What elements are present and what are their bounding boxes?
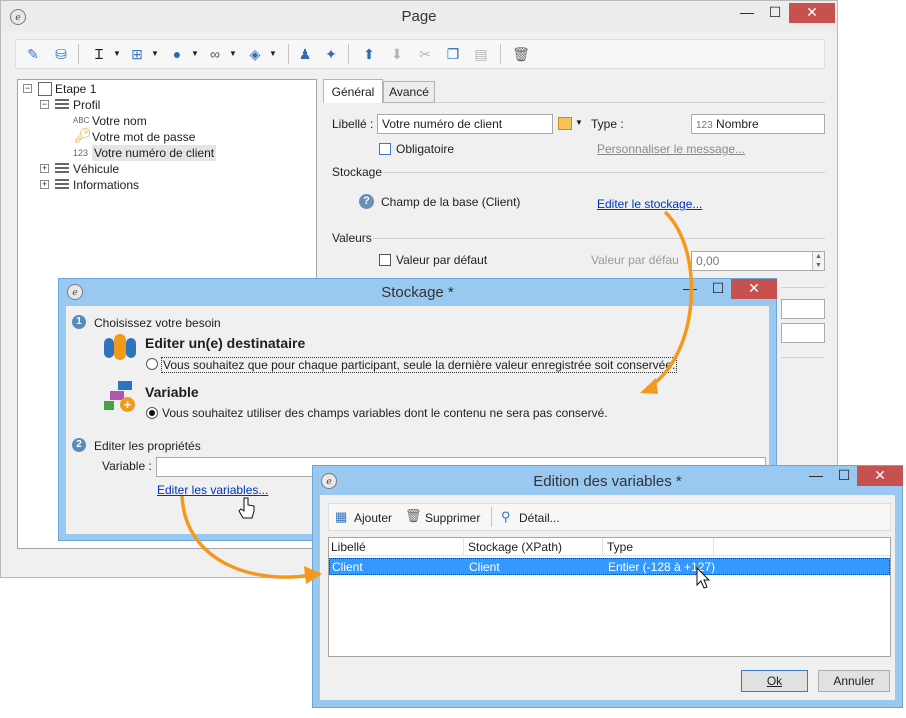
annotation-arrows	[180, 210, 711, 589]
hand-cursor-icon	[238, 497, 255, 519]
arrow-to-stockage	[640, 210, 694, 394]
arrow-cursor-icon	[696, 566, 711, 589]
